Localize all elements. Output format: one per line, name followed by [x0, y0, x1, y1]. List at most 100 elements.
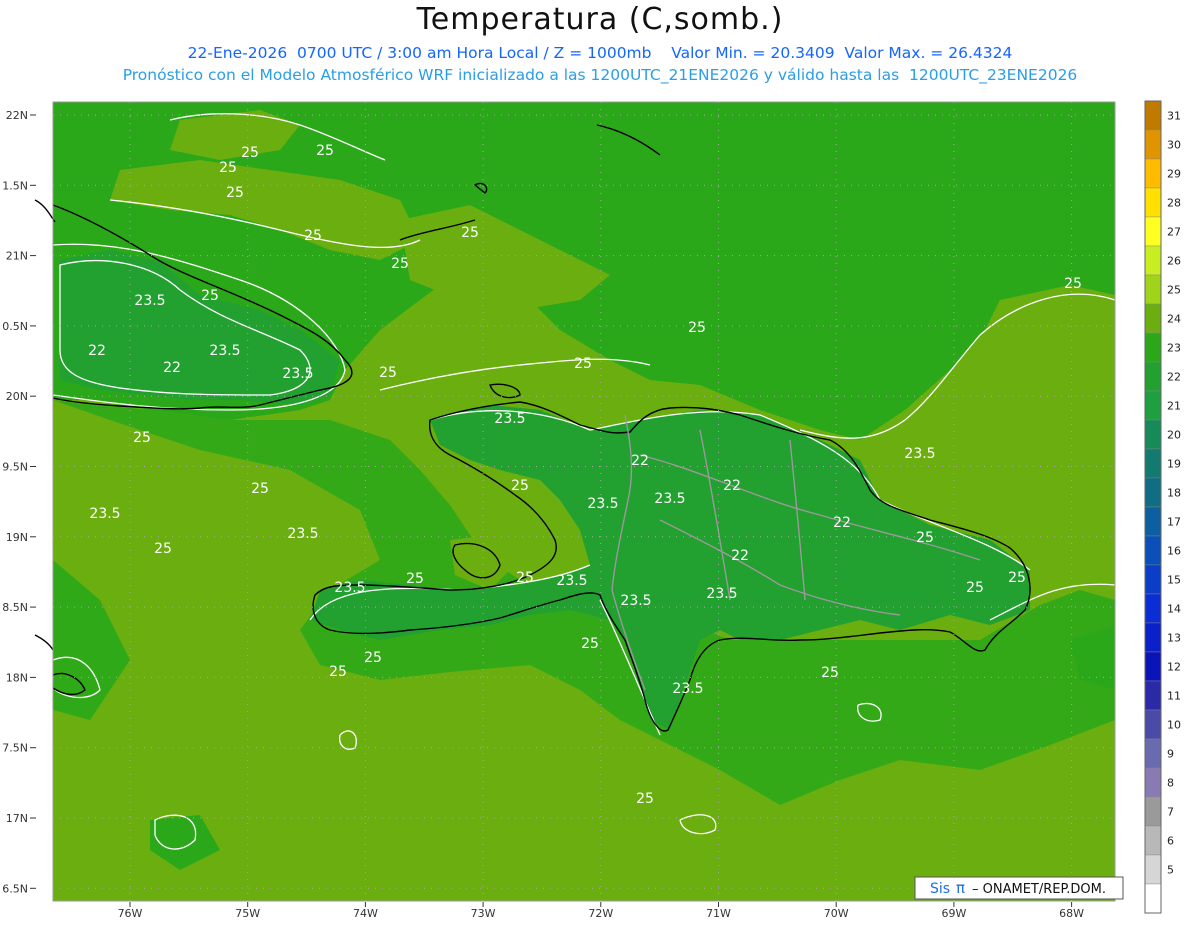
contour-value-label: 23.5	[620, 593, 651, 609]
colorbar-swatch	[1144, 796, 1162, 827]
contour-value-label: 25	[636, 791, 654, 807]
contour-value-label: 25	[966, 580, 984, 596]
colorbar-level-label: 13	[1167, 632, 1181, 645]
contour-value-label: 23.5	[282, 366, 313, 382]
contour-value-label: 25	[391, 256, 409, 272]
lat-tick-label: 20N	[6, 390, 28, 403]
credit-pi: π	[956, 879, 965, 897]
lat-tick-label: 8.5N	[2, 601, 28, 614]
colorbar-swatch	[1144, 332, 1162, 363]
colorbar-level-label: 14	[1167, 603, 1181, 616]
colorbar-level-label: 19	[1167, 458, 1181, 471]
contour-value-label: 25	[379, 365, 397, 381]
contour-value-label: 22	[731, 548, 749, 564]
contour-value-label: 23.5	[904, 446, 935, 462]
credit-box: Sis π – ONAMET/REP.DOM.	[914, 876, 1124, 900]
colorbar-swatch	[1144, 825, 1162, 856]
contour-value-label: 25	[154, 541, 172, 557]
contour-value-label: 25	[364, 650, 382, 666]
lon-tick-label: 69W	[941, 907, 966, 920]
colorbar-swatch	[1144, 680, 1162, 711]
credit-onamet: – ONAMET/REP.DOM.	[972, 882, 1106, 897]
contour-value-label: 25	[1008, 570, 1026, 586]
lon-tick-label: 75W	[235, 907, 260, 920]
colorbar-swatch	[1144, 854, 1162, 885]
contour-value-label: 25	[511, 478, 529, 494]
contour-value-label: 22	[723, 478, 741, 494]
colorbar-level-label: 27	[1167, 226, 1181, 239]
contour-value-label: 25	[574, 356, 592, 372]
contour-value-label: 25	[688, 320, 706, 336]
contour-value-label: 23.5	[89, 506, 120, 522]
lat-tick-label: 7.5N	[2, 742, 28, 755]
colorbar-swatch	[1144, 448, 1162, 479]
colorbar-swatch	[1144, 564, 1162, 595]
lon-tick-label: 74W	[353, 907, 378, 920]
colorbar-swatch	[1144, 506, 1162, 537]
contour-value-label: 25	[201, 288, 219, 304]
colorbar-swatch	[1144, 622, 1162, 653]
credit-sis: Sis	[930, 881, 950, 897]
colorbar-level-label: 20	[1167, 429, 1181, 442]
colorbar-swatch	[1144, 709, 1162, 740]
colorbar-level-label: 12	[1167, 661, 1181, 674]
contour-value-label: 25	[581, 636, 599, 652]
longitude-axis: 76W 75W 74W 73W 72W 71W 70W 69W 68W	[118, 902, 1084, 920]
colorbar-level-label: 28	[1167, 197, 1181, 210]
lat-tick-label: 17N	[6, 812, 28, 825]
lat-tick-label: 0.5N	[2, 320, 28, 333]
lat-tick-label: 6.5N	[2, 882, 28, 895]
contour-value-label: 22	[631, 453, 649, 469]
contour-value-label: 25	[133, 430, 151, 446]
colorbar-level-label: 29	[1167, 168, 1181, 181]
lat-tick-label: 18N	[6, 671, 28, 684]
lon-tick-label: 71W	[706, 907, 731, 920]
contour-value-label: 23.5	[556, 573, 587, 589]
contour-value-label: 23.5	[134, 293, 165, 309]
contour-value-label: 25	[304, 228, 322, 244]
colorbar-swatch	[1144, 419, 1162, 450]
contour-value-label: 23.5	[334, 580, 365, 596]
colorbar-level-label: 31	[1167, 110, 1181, 123]
colorbar-level-label: 6	[1167, 835, 1174, 848]
contour-value-label: 25	[316, 143, 334, 159]
colorbar-level-label: 18	[1167, 487, 1181, 500]
contour-value-label: 22	[833, 515, 851, 531]
contour-value-label: 25	[329, 664, 347, 680]
colorbar-level-label: 25	[1167, 284, 1181, 297]
contour-value-label: 25	[516, 570, 534, 586]
lon-tick-label: 76W	[118, 907, 143, 920]
contour-value-label: 23.5	[672, 681, 703, 697]
colorbar-level-label: 16	[1167, 545, 1181, 558]
colorbar-swatch	[1144, 535, 1162, 566]
colorbar-level-label: 22	[1167, 371, 1181, 384]
colorbar-level-label: 11	[1167, 690, 1181, 703]
contour-value-label: 23.5	[209, 343, 240, 359]
temperature-map: 25 25 25 25 25 23.5 25 22 23.5 22 23.5 25 25 25 25 25 25…	[2, 100, 1181, 920]
colorbar-swatch	[1144, 303, 1162, 334]
lon-tick-label: 72W	[588, 907, 613, 920]
lon-tick-label: 68W	[1059, 907, 1084, 920]
colorbar-swatch	[1144, 477, 1162, 508]
colorbar-swatch	[1144, 274, 1162, 305]
colorbar-level-label: 26	[1167, 255, 1181, 268]
lat-tick-label: 9.5N	[2, 461, 28, 474]
contour-value-label: 23.5	[654, 491, 685, 507]
colorbar-swatch	[1144, 187, 1162, 218]
colorbar-level-label: 9	[1167, 748, 1174, 761]
lat-tick-label: 1.5N	[2, 179, 28, 192]
contour-value-label: 25	[251, 481, 269, 497]
contour-value-label: 25	[916, 530, 934, 546]
colorbar-level-label: 21	[1167, 400, 1181, 413]
colorbar-level-label: 15	[1167, 574, 1181, 587]
contour-value-label: 23.5	[706, 586, 737, 602]
colorbar-swatch	[1144, 129, 1162, 160]
contour-value-label: 23.5	[494, 411, 525, 427]
colorbar-swatch	[1144, 767, 1162, 798]
contour-value-label: 25	[1064, 276, 1082, 292]
colorbar-level-label: 23	[1167, 342, 1181, 355]
contour-value-label: 23.5	[287, 526, 318, 542]
contour-value-label: 25	[461, 225, 479, 241]
colorbar-swatch	[1144, 593, 1162, 624]
lat-tick-label: 19N	[6, 531, 28, 544]
